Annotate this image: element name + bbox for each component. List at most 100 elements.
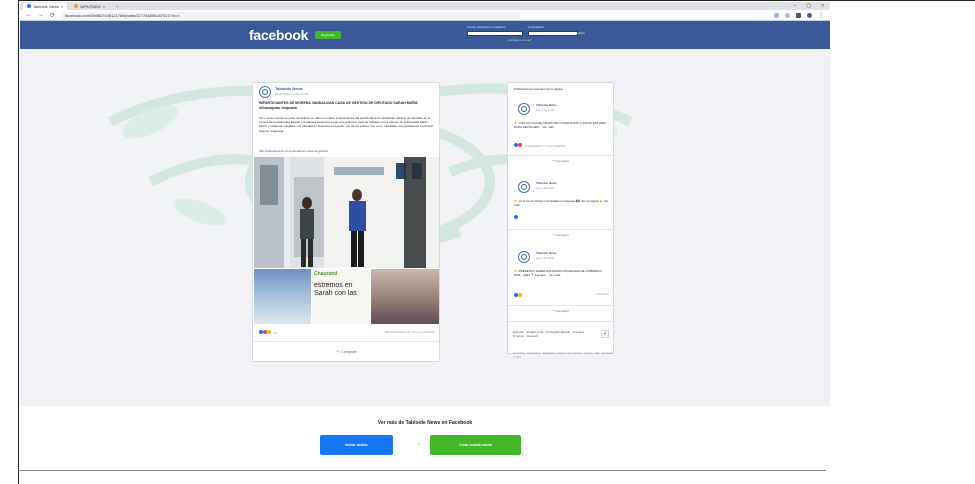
post-photo-collage: Chaurand estremos en Sarah con las xyxy=(254,269,439,324)
share-label: Compartir xyxy=(341,349,357,354)
sidebar-share-button[interactable]: ↷ Compartir xyxy=(508,229,613,239)
sidebar-post-counts[interactable]: 1 comentario xyxy=(595,293,609,298)
share-icon: ↷ xyxy=(336,349,340,354)
share-label: Compartir xyxy=(555,159,569,163)
collage-photo-banner[interactable]: Chaurand estremos en Sarah con las xyxy=(312,269,370,324)
sidebar-post-date[interactable]: Ayer a las 13:00 xyxy=(536,109,554,112)
back-arrow-icon[interactable]: ← xyxy=(26,12,32,18)
facebook-post-card: Tabloide News 27 de febrero a las 11:00 … xyxy=(252,82,440,362)
post-link[interactable]: http://tabloidenews.com/vandalizan-casa-… xyxy=(259,149,435,153)
new-tab-button[interactable]: + xyxy=(112,3,122,10)
haha-icon xyxy=(266,330,271,334)
profile-avatar[interactable] xyxy=(807,12,812,18)
email-field[interactable] xyxy=(467,31,523,36)
minimize-icon[interactable]: – xyxy=(794,3,797,9)
browser-address-bar: ← → ⟳ facebook.com/269827448121780/posts… xyxy=(20,10,830,21)
sidebar-post-1: Tabloide News Ayer a las 13:00 👉 CON UN … xyxy=(508,97,613,169)
post-main-photo[interactable] xyxy=(254,157,439,268)
bottom-divider xyxy=(18,470,826,471)
banner-login-button[interactable]: Iniciar sesión xyxy=(320,435,393,455)
extension-icon[interactable] xyxy=(785,12,790,18)
footer-links[interactable]: Privacidad · Condiciones · Publicidad · … xyxy=(513,352,613,359)
sidebar-post-reactions: 11 comentarios 17 veces compartido xyxy=(514,143,609,148)
menu-dots-icon[interactable]: ⋮ xyxy=(818,12,824,19)
collage-caption: estremos en Sarah con las xyxy=(314,282,357,297)
puzzle-icon[interactable] xyxy=(796,12,801,18)
storefront-photo xyxy=(254,157,439,268)
sidebar-post-reactions xyxy=(514,215,609,220)
reload-icon[interactable]: ⟳ xyxy=(50,12,55,19)
browser-tab-tabloide[interactable]: Tabloide News × xyxy=(23,2,68,10)
login-prompt-banner: Ver más de Tabloide News en Facebook Ini… xyxy=(20,406,830,468)
sidebar-post-date[interactable]: Ayer a las 10:00 xyxy=(536,257,554,260)
post-page-name[interactable]: Tabloide News xyxy=(275,86,303,91)
banner-text: Ver más de Tabloide News en Facebook xyxy=(377,420,473,426)
tab-close-icon[interactable]: × xyxy=(61,4,63,9)
love-icon xyxy=(517,143,522,147)
sidebar-post-name[interactable]: Tabloide News xyxy=(536,181,557,185)
comments-shares-count[interactable]: 108 comentarios 37 veces compartido xyxy=(384,330,435,335)
email-label: Correo electrónico o teléfono xyxy=(467,25,506,29)
sidebar-post-text: 👉 CON UN GOLPE GRUPO DE GUANAJUATO A INI… xyxy=(514,121,606,129)
banner-or-text: o xyxy=(418,442,420,446)
close-window-icon[interactable]: × xyxy=(821,3,824,9)
tab-label: DIPUTADO xyxy=(80,3,101,9)
url-input[interactable]: facebook.com/269827448121780/posts/32778… xyxy=(61,11,522,19)
facebook-logo[interactable]: facebook xyxy=(249,27,308,43)
sidebar-post-reactions: 1 comentario xyxy=(514,293,609,298)
star-icon[interactable] xyxy=(774,12,779,18)
page-avatar[interactable] xyxy=(259,86,271,98)
sidebar-title: Publicaciones recientes de la página xyxy=(514,87,563,91)
scanned-document-frame: Tabloide News × DIPUTADO × + – ▢ × ← → ⟳… xyxy=(18,0,975,484)
language-list[interactable]: Español · English (US) · Português (Bras… xyxy=(513,330,593,338)
password-label: Contraseña xyxy=(528,25,544,29)
tab-label: Tabloide News xyxy=(33,3,60,9)
browser-tab-strip: Tabloide News × DIPUTADO × + – ▢ × xyxy=(20,2,830,10)
window-controls: – ▢ × xyxy=(794,3,830,9)
forgot-account-link[interactable]: ¿Olvidaste tu cuenta? xyxy=(507,39,531,42)
recent-posts-sidebar: Publicaciones recientes de la página Tab… xyxy=(507,82,614,354)
page-avatar[interactable] xyxy=(518,251,530,263)
create-account-button[interactable]: Crear cuenta nueva xyxy=(430,435,521,455)
page-avatar[interactable] xyxy=(518,181,530,193)
sidebar-divider xyxy=(508,321,613,322)
share-label: Compartir xyxy=(555,233,569,237)
reaction-icons xyxy=(514,293,522,298)
facebook-favicon-icon xyxy=(27,4,31,8)
share-label: Compartir xyxy=(555,309,569,313)
reaction-summary[interactable]: 27 xyxy=(259,330,277,335)
haha-icon xyxy=(517,293,522,297)
page-avatar[interactable] xyxy=(518,103,530,115)
reactions-count: 27 xyxy=(273,331,277,335)
collage-photo-building[interactable] xyxy=(254,269,311,324)
facebook-header: facebook Regístrate Correo electrónico o… xyxy=(20,21,830,49)
sidebar-post-name[interactable]: Tabloide News xyxy=(536,251,557,255)
sidebar-post-name[interactable]: Tabloide News xyxy=(536,103,557,107)
collage-caption-top: Chaurand xyxy=(314,271,338,277)
share-button[interactable]: ↷ Compartir xyxy=(254,341,439,361)
page-favicon-icon xyxy=(74,4,79,8)
sidebar-share-button[interactable]: ↷ Compartir xyxy=(508,305,613,315)
login-button[interactable]: Iniciar sesión xyxy=(567,31,585,35)
sidebar-post-2: Tabloide News Ayer a las 11:00 👉 La Torr… xyxy=(508,171,613,243)
browser-extensions: ⋮ xyxy=(774,12,824,19)
post-date[interactable]: 27 de febrero a las 11:00 xyxy=(275,92,308,96)
sidebar-post-text: 👉 La Torre de Dinisio inscriptable en Ir… xyxy=(514,199,609,207)
sidebar-post-3: Tabloide News Ayer a las 10:00 👉 PRESENT… xyxy=(508,245,613,323)
register-button[interactable]: Regístrate xyxy=(315,31,341,39)
maximize-icon[interactable]: ▢ xyxy=(806,3,811,9)
post-reactions-bar: 27 108 comentarios 37 veces compartido xyxy=(259,330,435,335)
browser-tab-diputado[interactable]: DIPUTADO × xyxy=(70,3,109,10)
more-languages-button[interactable]: + xyxy=(601,330,609,338)
post-title: IMPARTICIANTES DE MORENA VANDALIZAN CASA… xyxy=(259,101,418,110)
post-body: Tal y como ocurrió en otros municipios e… xyxy=(259,116,434,133)
forward-arrow-icon[interactable]: → xyxy=(38,12,44,18)
like-icon xyxy=(514,215,518,219)
sidebar-post-text: 👉 PRESENTA JAVIER AQUINOZA PROGRAMA DE G… xyxy=(514,269,602,277)
sidebar-post-date[interactable]: Ayer a las 11:00 xyxy=(536,187,554,190)
tab-close-icon[interactable]: × xyxy=(103,4,105,9)
browser-screenshot: Tabloide News × DIPUTADO × + – ▢ × ← → ⟳… xyxy=(20,2,830,468)
sidebar-share-button[interactable]: ↷ Compartir xyxy=(508,155,613,165)
sidebar-post-counts[interactable]: 11 comentarios 17 veces compartido xyxy=(524,145,565,148)
collage-photo-people[interactable] xyxy=(371,269,439,324)
